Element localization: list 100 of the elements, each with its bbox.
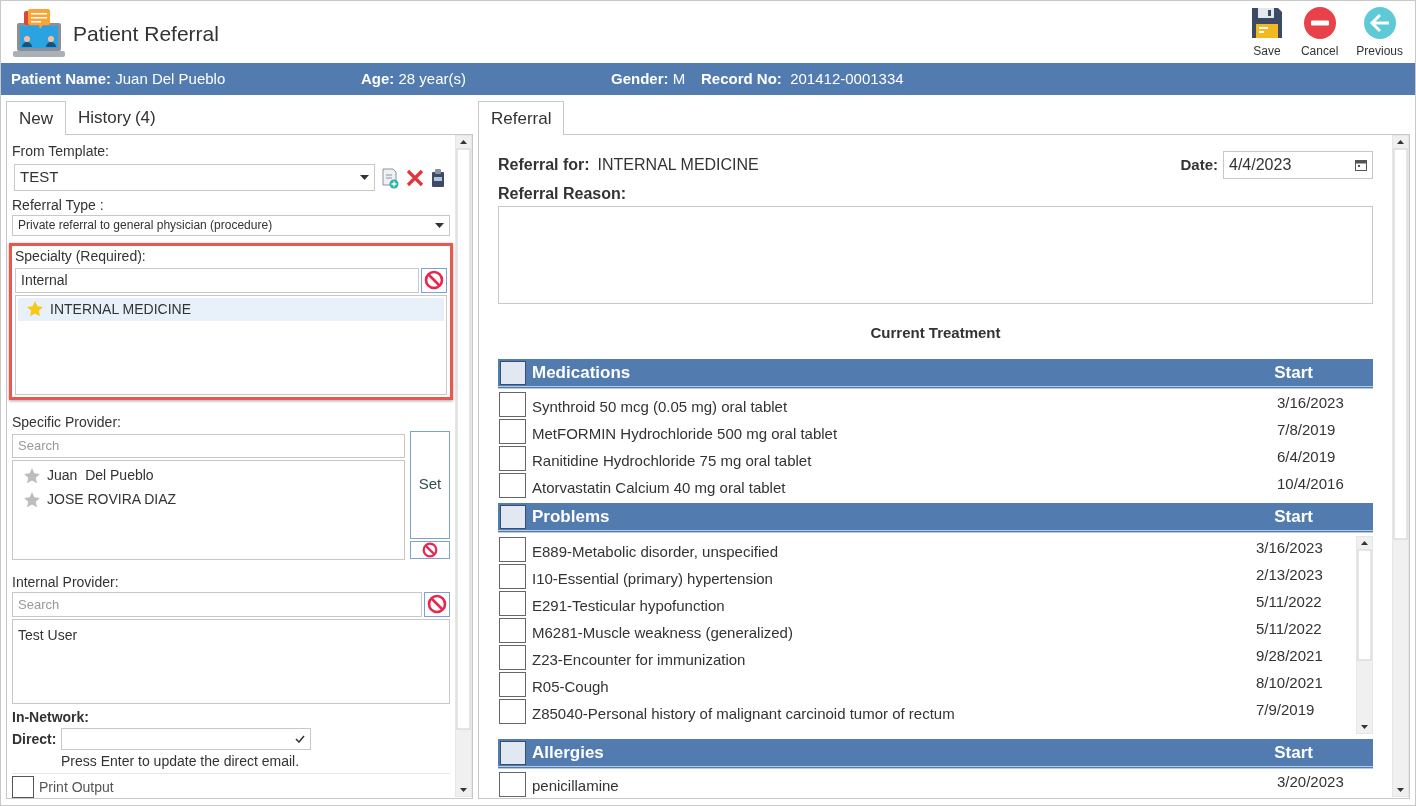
checkbox[interactable] — [499, 618, 526, 644]
checkbox[interactable] — [499, 473, 526, 499]
list-item[interactable]: Juan Del Pueblo — [13, 463, 404, 488]
clear-button[interactable] — [424, 591, 450, 617]
field-label: Referral Reason: — [498, 183, 628, 204]
row-text: Synthroid 50 mcg (0.05 mg) oral tablet — [532, 396, 789, 417]
checkbox[interactable] — [499, 392, 526, 418]
checkbox[interactable] — [499, 672, 526, 698]
section-title: Medications — [532, 362, 631, 385]
field-label: In-Network: — [12, 708, 90, 726]
patient-info: Age: 28 year(s) — [361, 68, 468, 89]
document-add-icon[interactable] — [381, 166, 399, 189]
row-text: E291-Testicular hypofunction — [532, 595, 726, 616]
template-dropdown[interactable]: TEST — [14, 164, 375, 191]
search-field[interactable]: Internal — [15, 267, 419, 293]
window-title: Patient Referral — [73, 21, 219, 48]
checkbox[interactable] — [499, 537, 526, 563]
item-label: INTERNAL MEDICINE — [50, 299, 192, 319]
date-field[interactable]: 4/4/2023 — [1223, 150, 1373, 179]
patient-info: Gender: M — [611, 68, 687, 89]
checkbox[interactable] — [499, 645, 526, 671]
row-date: 7/9/2019 — [1256, 699, 1316, 720]
row-text: M6281-Muscle weakness (generalized) — [532, 622, 794, 643]
row-date: 3/16/2023 — [1256, 537, 1324, 558]
no-entry-icon — [424, 270, 444, 291]
section-title: Problems — [532, 506, 610, 529]
field-label: Specialty (Required): — [15, 246, 147, 265]
row-date: 7/8/2019 — [1277, 419, 1337, 440]
dropdown-caret-icon — [435, 222, 444, 228]
tab[interactable]: New — [6, 101, 66, 135]
row-text: Z85040-Personal history of malignant carcinoid tumor of rectum — [532, 703, 956, 724]
row-date: 5/11/2022 — [1256, 618, 1323, 639]
save-button[interactable]: Save — [1248, 7, 1285, 60]
row-text: Z23-Encounter for immunization — [532, 649, 747, 670]
column-header: Start — [1274, 362, 1313, 385]
row-text: penicillamine — [532, 776, 620, 797]
column-header: Start — [1274, 741, 1313, 764]
item-label: JOSE ROVIRA DIAZ — [47, 490, 177, 510]
search-field[interactable]: Search — [12, 591, 422, 617]
row-date: 3/20/2023 — [1277, 772, 1345, 793]
set-button[interactable]: Set — [410, 430, 450, 539]
column-header: Start — [1274, 506, 1313, 529]
clear-button[interactable] — [421, 267, 447, 293]
field-label: Referral Type : — [12, 196, 105, 214]
checkbox[interactable] — [500, 360, 526, 385]
row-text: E889-Metabolic disorder, unspecified — [532, 541, 779, 562]
checkbox[interactable] — [500, 740, 526, 765]
calendar-icon — [1355, 158, 1367, 171]
clear-button[interactable] — [410, 540, 450, 559]
row-date: 9/28/2021 — [1256, 645, 1324, 666]
dropdown-caret-icon — [360, 175, 369, 180]
row-date: 2/13/2023 — [1256, 564, 1324, 585]
checkbox[interactable] — [12, 776, 34, 798]
laptop-chat-icon — [13, 9, 65, 59]
tab[interactable]: History (4) — [66, 102, 168, 134]
row-text: MetFORMIN Hydrochloride 500 mg oral tablet — [532, 423, 839, 444]
cancel-button[interactable]: Cancel — [1298, 7, 1341, 60]
field-label: Referral for: — [498, 155, 590, 175]
direct-field[interactable] — [61, 728, 311, 750]
field-label: From Template: — [12, 142, 110, 160]
checkbox[interactable] — [499, 772, 526, 797]
row-text: Atorvastatin Calcium 40 mg oral tablet — [532, 477, 787, 498]
row-date: 10/4/2016 — [1277, 473, 1345, 494]
check-icon — [295, 735, 305, 743]
checkbox[interactable] — [499, 699, 526, 725]
checkbox[interactable] — [499, 446, 526, 472]
close-icon[interactable] — [405, 167, 425, 188]
item-label: Juan Del Pueblo — [47, 466, 154, 486]
list-item[interactable]: INTERNAL MEDICINE — [18, 297, 444, 321]
section-title: Current Treatment — [870, 322, 1001, 343]
row-date: 8/10/2021 — [1256, 672, 1324, 693]
no-entry-icon — [427, 594, 447, 615]
referral-type-dropdown[interactable]: Private referral to general physician (procedure) — [12, 215, 450, 236]
field-label: Internal Provider: — [12, 572, 120, 591]
row-date: 6/4/2019 — [1277, 446, 1337, 467]
patient-info: Record No: 201412-0001334 — [701, 68, 904, 89]
row-text: R05-Cough — [532, 676, 610, 697]
patient-info: Patient Name: Juan Del Pueblo — [11, 68, 227, 89]
field-label: Date: — [1180, 154, 1218, 175]
minus-circle-icon — [1303, 7, 1336, 39]
checkbox-label: Print Output — [39, 777, 114, 797]
checkbox[interactable] — [500, 504, 526, 529]
field-label: Specific Provider: — [12, 412, 122, 431]
row-text: Ranitidine Hydrochloride 75 mg oral tablet — [532, 450, 813, 471]
no-entry-icon — [422, 541, 438, 558]
checkbox[interactable] — [499, 419, 526, 445]
checkbox[interactable] — [499, 564, 526, 590]
row-date: 3/16/2023 — [1277, 392, 1345, 413]
previous-button[interactable]: Previous — [1354, 7, 1405, 60]
row-text: I10-Essential (primary) hypertension — [532, 568, 774, 589]
tab[interactable]: Referral — [478, 101, 565, 135]
field-value: INTERNAL MEDICINE — [597, 155, 759, 175]
hint-text: Press Enter to update the direct email. — [61, 752, 301, 770]
list-item[interactable]: JOSE ROVIRA DIAZ — [13, 487, 404, 512]
field-label: Direct: — [12, 729, 56, 749]
checkbox[interactable] — [499, 591, 526, 617]
clipboard-icon[interactable] — [431, 167, 445, 188]
search-field[interactable]: Search — [12, 433, 405, 458]
section-title: Allergies — [532, 741, 604, 764]
row-date: 5/11/2022 — [1256, 591, 1323, 612]
